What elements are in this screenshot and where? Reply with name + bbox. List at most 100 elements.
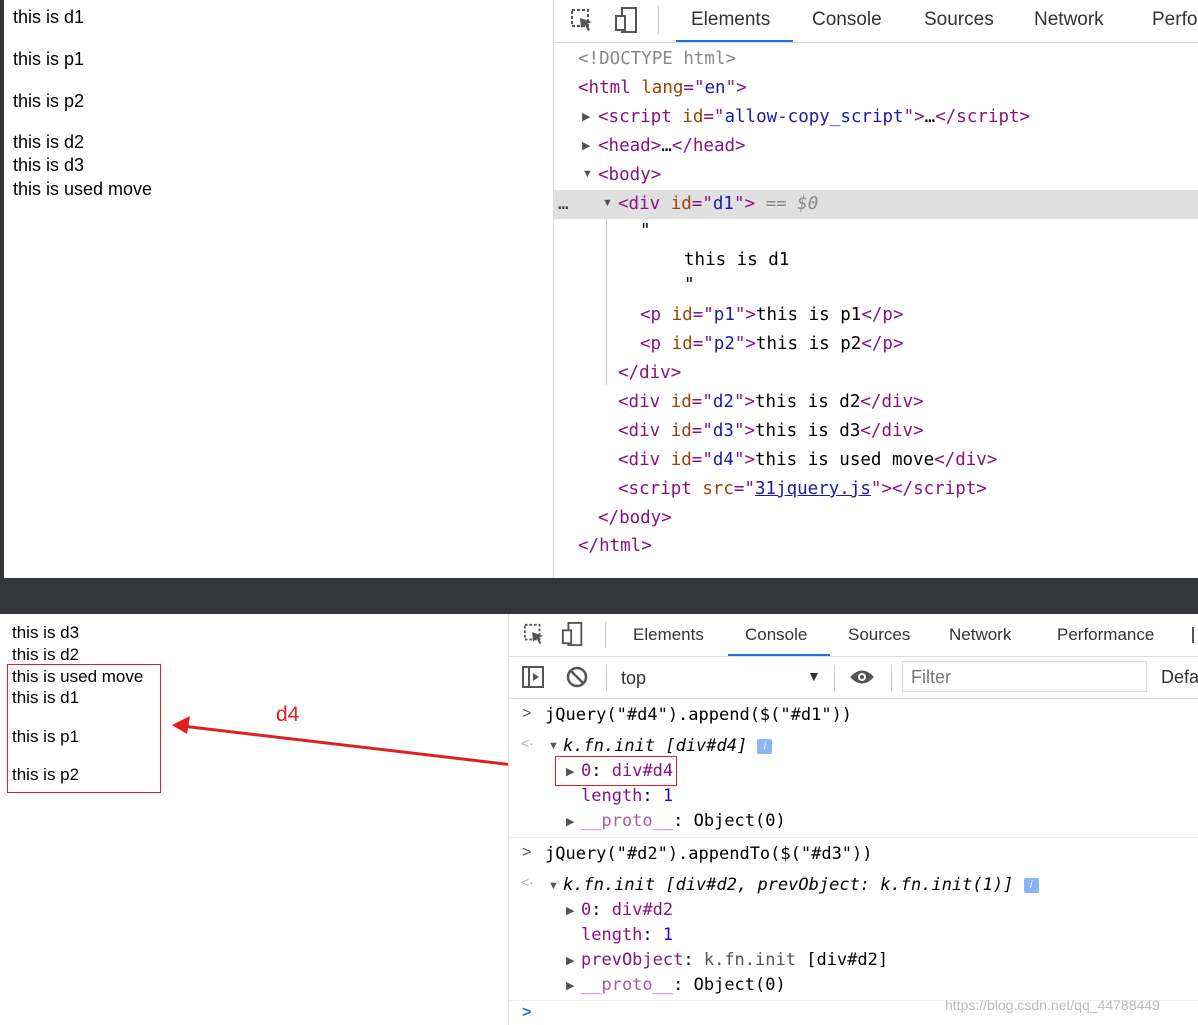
prop-key: 0: [581, 761, 592, 781]
info-icon[interactable]: i: [757, 738, 773, 754]
console-result-2-head[interactable]: k.fn.init [div#d2, prevObject: k.fn.init…: [563, 875, 1039, 895]
expand-triangle-icon[interactable]: ▶: [582, 110, 590, 123]
tab-network[interactable]: Network: [949, 625, 1011, 645]
expand-triangle-icon[interactable]: ▶: [582, 139, 590, 152]
eye-icon[interactable]: [849, 668, 875, 686]
inspect-element-icon[interactable]: [523, 623, 545, 645]
console-input-prompt-icon[interactable]: >: [522, 1004, 531, 1022]
dom-div-d1-open[interactable]: <div id="d1"> == $0: [618, 194, 818, 214]
inspect-element-icon[interactable]: [570, 8, 594, 32]
prop-key: prevObject: [581, 950, 684, 970]
device-toolbar-icon[interactable]: [561, 621, 585, 647]
tag-name: head: [692, 136, 736, 156]
page-line-d1: this is d1: [12, 688, 80, 707]
tag-name: script: [628, 479, 692, 499]
expand-triangle-icon[interactable]: ▶: [566, 954, 574, 967]
more-tabs-edge: [1192, 627, 1194, 643]
dom-text-quote-close: ": [684, 275, 695, 295]
dom-text-quote-open: ": [640, 221, 651, 241]
prop-key: __proto__: [581, 811, 674, 831]
dom-html-open[interactable]: <html lang="en">: [578, 78, 747, 98]
dom-p2-node[interactable]: <p id="p2">this is p2</p>: [640, 334, 903, 354]
toolbar-divider: [834, 665, 835, 691]
device-toolbar-icon[interactable]: [614, 6, 640, 34]
tab-sources[interactable]: Sources: [924, 9, 994, 31]
annotation-label: d4: [276, 703, 300, 726]
console-result-1-item0[interactable]: 0: div#d4: [581, 761, 673, 781]
result-summary: k.fn.init [div#d4]: [563, 736, 748, 756]
dom-p1-node[interactable]: <p id="p1">this is p1</p>: [640, 305, 903, 325]
page-line-d2: this is d2: [13, 132, 85, 152]
node-text: this is d2: [755, 392, 861, 412]
page-line-p2: this is p2: [12, 765, 80, 784]
sidebar-toggle-icon[interactable]: [522, 666, 544, 688]
dom-div-d1-close[interactable]: </div>: [618, 363, 681, 383]
collapse-triangle-icon[interactable]: ▼: [548, 880, 559, 892]
dom-script-src-node[interactable]: <script src="31jquery.js"></script>: [618, 479, 987, 499]
dom-div-d3-node[interactable]: <div id="d3">this is d3</div>: [618, 421, 924, 441]
tab-performance[interactable]: Performance: [1057, 625, 1154, 645]
tag-name: p: [650, 305, 662, 325]
console-command-2: jQuery("#d2").appendTo($("#d3")): [545, 844, 873, 864]
result-summary: k.fn.init [div#d2, prevObject: k.fn.init…: [563, 875, 1014, 895]
collapse-triangle-icon[interactable]: ▼: [582, 168, 593, 180]
script-src-link[interactable]: 31jquery.js: [755, 479, 871, 499]
context-selector[interactable]: top ▼: [609, 662, 829, 692]
console-result-1-head[interactable]: k.fn.init [div#d4] i: [563, 736, 773, 756]
console-result-2-proto[interactable]: __proto__: Object(0): [581, 975, 786, 995]
info-icon[interactable]: i: [1023, 877, 1039, 893]
attr-name: id: [670, 194, 692, 214]
console-toolbar: top ▼ Filter Defa: [509, 656, 1198, 699]
expand-triangle-icon[interactable]: ▶: [566, 979, 574, 992]
tag-name: div: [628, 421, 661, 441]
console-result-1-length: length: 1: [581, 786, 674, 806]
attr-name: id: [671, 305, 693, 325]
tab-console[interactable]: Console: [812, 9, 882, 31]
toolbar-divider: [658, 6, 659, 34]
tag-name: p: [882, 305, 893, 325]
tag-name: script: [608, 107, 672, 127]
row-more-dots[interactable]: …: [558, 194, 569, 214]
expand-triangle-icon[interactable]: ▶: [566, 815, 574, 828]
tab-performance[interactable]: Perfo: [1152, 9, 1197, 31]
attr-name: id: [670, 392, 692, 412]
tab-elements[interactable]: Elements: [633, 625, 704, 645]
expand-triangle-icon[interactable]: ▶: [566, 765, 574, 778]
prop-value: [div#d2]: [806, 950, 889, 970]
dom-div-d2-node[interactable]: <div id="d2">this is d2</div>: [618, 392, 924, 412]
filter-input[interactable]: Filter: [902, 661, 1147, 692]
node-text: this is d3: [755, 421, 861, 441]
tab-network[interactable]: Network: [1034, 9, 1104, 31]
dom-div-d4-node[interactable]: <div id="d4">this is used move</div>: [618, 450, 997, 470]
console-result-2-item0[interactable]: 0: div#d2: [581, 900, 673, 920]
attr-name: id: [671, 334, 693, 354]
dom-script-node[interactable]: <script id="allow-copy_script">…</script…: [598, 107, 1030, 127]
dom-body-close[interactable]: </body>: [598, 508, 672, 528]
node-text: this is used move: [755, 450, 935, 470]
attr-value: p1: [713, 305, 735, 325]
dom-body-open[interactable]: <body>: [598, 165, 661, 185]
dom-html-close[interactable]: </html>: [578, 536, 652, 556]
tag-name: div: [639, 363, 671, 383]
collapse-triangle-icon[interactable]: ▼: [602, 197, 613, 209]
console-result-2-prevobject[interactable]: prevObject: k.fn.init [div#d2]: [581, 950, 888, 970]
collapse-triangle-icon[interactable]: ▼: [548, 740, 559, 752]
dom-head-node[interactable]: <head>…</head>: [598, 136, 746, 156]
page-line-d2: this is d2: [12, 645, 80, 664]
tab-sources[interactable]: Sources: [848, 625, 910, 645]
tag-name: p: [882, 334, 893, 354]
log-levels-dropdown[interactable]: Defa: [1161, 667, 1198, 688]
tag-name: body: [608, 165, 651, 185]
console-result-1-proto[interactable]: __proto__: Object(0): [581, 811, 786, 831]
devtools-toolbar: Elements Console Sources Network Perfo: [554, 0, 1198, 43]
tag-name: html: [588, 78, 631, 98]
toolbar-divider: [605, 622, 606, 648]
attr-value: d2: [712, 392, 734, 412]
tab-console[interactable]: Console: [745, 625, 807, 645]
clear-console-icon[interactable]: [566, 666, 588, 688]
attr-name: id: [682, 107, 704, 127]
tag-name: html: [599, 536, 642, 556]
tab-elements[interactable]: Elements: [691, 9, 770, 31]
top-screenshot: this is d1 this is p1 this is p2 this is…: [0, 0, 1198, 578]
expand-triangle-icon[interactable]: ▶: [566, 904, 574, 917]
